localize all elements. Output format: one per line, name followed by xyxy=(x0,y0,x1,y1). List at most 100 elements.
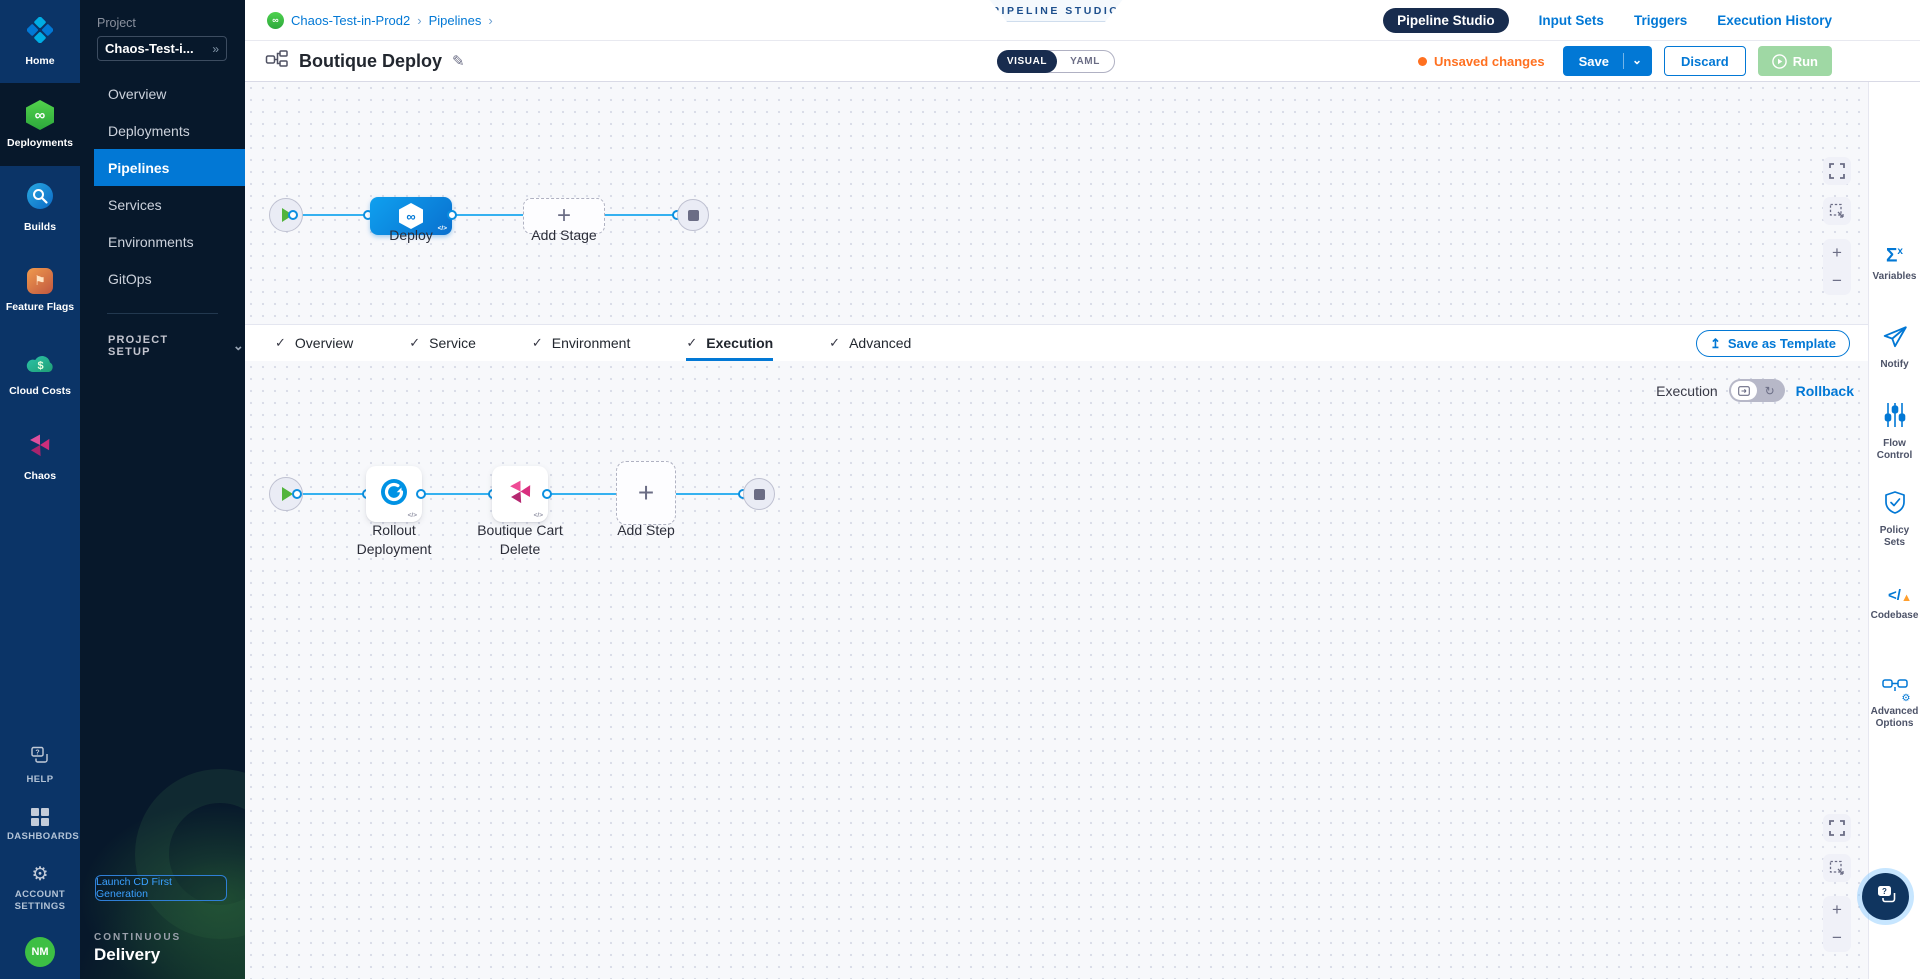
fit-to-view-button[interactable] xyxy=(1823,854,1851,882)
breadcrumb-project[interactable]: Chaos-Test-in-Prod2 xyxy=(291,13,410,28)
app-root: Home ∞ Deployments Builds ⚑ Feature Flag… xyxy=(0,0,1920,979)
breadcrumb-pipelines[interactable]: Pipelines xyxy=(429,13,482,28)
save-caret-icon[interactable]: ⌄ xyxy=(1632,53,1652,69)
launch-cd-first-gen-button[interactable]: Launch CD First Generation xyxy=(95,875,227,901)
toggle-yaml[interactable]: YAML xyxy=(1055,50,1115,73)
project-sidebar: Project Chaos-Test-i... » Overview Deplo… xyxy=(80,0,245,979)
expand-sidebar-icon: » xyxy=(212,42,219,56)
rollback-view-icon[interactable]: ↻ xyxy=(1757,381,1783,400)
tab-overview-label: Overview xyxy=(295,335,353,351)
svg-text:?: ? xyxy=(35,750,39,757)
toolbar-notify-label: Notify xyxy=(1880,359,1908,371)
svg-text:$: $ xyxy=(37,360,43,372)
nav-feature-flags-label: Feature Flags xyxy=(6,301,74,313)
nav-feature-flags[interactable]: ⚑ Feature Flags xyxy=(0,249,80,332)
rollback-link[interactable]: Rollback xyxy=(1796,383,1854,399)
run-play-icon xyxy=(1772,54,1787,69)
chat-icon: ? xyxy=(1875,884,1897,909)
save-button[interactable]: Save ⌄ xyxy=(1563,46,1652,76)
rollout-deployment-icon xyxy=(380,478,408,511)
tab-execution-history[interactable]: Execution History xyxy=(1717,13,1832,28)
toolbar-codebase[interactable]: </ ▲ Codebase xyxy=(1869,587,1920,622)
chevron-down-icon: ⌄ xyxy=(233,338,245,354)
execution-canvas[interactable]: Execution ↻ Rollback xyxy=(245,361,1868,979)
step-rollout-deployment[interactable]: </> xyxy=(366,466,422,522)
nav-home[interactable]: Home xyxy=(0,0,80,83)
zoom-in-button[interactable]: + xyxy=(1823,239,1851,267)
sidebar-item-environments[interactable]: Environments xyxy=(80,223,245,260)
nav-account-settings[interactable]: ⚙ ACCOUNT SETTINGS xyxy=(7,865,73,913)
execution-view-icon[interactable] xyxy=(1731,381,1757,400)
tab-overview[interactable]: ✓ Overview xyxy=(275,325,353,361)
toolbar-advanced-options-label: Advanced Options xyxy=(1871,706,1919,730)
breadcrumb-separator: › xyxy=(417,13,421,28)
tab-service-label: Service xyxy=(429,335,476,351)
deployments-icon: ∞ xyxy=(26,100,54,130)
check-icon: ✓ xyxy=(829,335,840,351)
add-step-node[interactable]: + xyxy=(616,461,676,525)
tab-pipeline-studio[interactable]: Pipeline Studio xyxy=(1383,8,1509,33)
toolbar-flow-control[interactable]: Flow Control xyxy=(1869,402,1920,462)
code-badge: </> xyxy=(438,225,447,232)
tab-execution[interactable]: ✓ Execution xyxy=(686,325,773,361)
nav-chaos[interactable]: Chaos xyxy=(0,415,80,498)
sidebar-item-pipelines[interactable]: Pipelines xyxy=(94,149,245,186)
home-icon xyxy=(27,17,53,48)
zoom-out-button[interactable]: − xyxy=(1823,924,1851,952)
unsaved-dot-icon xyxy=(1418,57,1427,66)
sidebar-item-gitops[interactable]: GitOps xyxy=(80,260,245,297)
step-label: Rollout Deployment xyxy=(357,521,432,559)
project-setup-section[interactable]: PROJECT SETUP ⌄ xyxy=(108,334,245,358)
nav-help[interactable]: ? HELP xyxy=(27,746,54,786)
svg-text:?: ? xyxy=(1882,887,1887,896)
tab-triggers[interactable]: Triggers xyxy=(1634,13,1687,28)
toggle-visual[interactable]: VISUAL xyxy=(997,50,1057,73)
chat-support-button[interactable]: ? xyxy=(1862,873,1909,920)
fullscreen-button[interactable] xyxy=(1823,157,1851,185)
zoom-controls[interactable]: + − xyxy=(1823,896,1851,952)
toolbar-advanced-options[interactable]: ⚙ Advanced Options xyxy=(1869,678,1920,730)
add-step-label: Add Step xyxy=(617,521,675,540)
pipeline-end-node[interactable] xyxy=(677,199,709,231)
run-button[interactable]: Run xyxy=(1758,46,1832,76)
tab-input-sets[interactable]: Input Sets xyxy=(1539,13,1604,28)
tab-environment-label: Environment xyxy=(552,335,631,351)
edit-title-icon[interactable]: ✎ xyxy=(452,52,465,70)
nav-deployments-label: Deployments xyxy=(7,137,73,149)
nav-builds[interactable]: Builds xyxy=(0,166,80,249)
sidebar-item-overview[interactable]: Overview xyxy=(80,75,245,112)
sidebar-item-deployments[interactable]: Deployments xyxy=(80,112,245,149)
nav-deployments[interactable]: ∞ Deployments xyxy=(0,83,80,166)
fit-to-view-button[interactable] xyxy=(1823,197,1851,225)
notify-icon xyxy=(1882,325,1908,354)
plus-icon: + xyxy=(638,481,654,505)
zoom-controls[interactable]: + − xyxy=(1823,239,1851,295)
content-column: ∞ </> Deploy + Add Stage xyxy=(245,82,1868,979)
stage-canvas[interactable]: ∞ </> Deploy + Add Stage xyxy=(245,82,1868,324)
execution-rollback-toggle[interactable]: ↻ xyxy=(1729,379,1785,402)
visual-yaml-toggle[interactable]: VISUAL YAML xyxy=(997,50,1115,73)
toolbar-notify[interactable]: Notify xyxy=(1869,325,1920,371)
connector-dot xyxy=(288,210,298,220)
execution-end-node[interactable] xyxy=(743,478,775,510)
tab-advanced[interactable]: ✓ Advanced xyxy=(829,325,911,361)
title-bar: Boutique Deploy ✎ VISUAL YAML Unsaved ch… xyxy=(245,41,1920,82)
tab-service[interactable]: ✓ Service xyxy=(409,325,476,361)
sidebar-item-services[interactable]: Services xyxy=(80,186,245,223)
connector-dot xyxy=(416,489,426,499)
toolbar-variables[interactable]: Σx Variables xyxy=(1869,242,1920,283)
zoom-out-button[interactable]: − xyxy=(1823,267,1851,295)
zoom-in-button[interactable]: + xyxy=(1823,896,1851,924)
nav-dashboards[interactable]: DASHBOARDS xyxy=(7,808,73,843)
execution-mode-label: Execution xyxy=(1656,383,1717,399)
step-boutique-cart-delete[interactable]: </> xyxy=(492,466,548,522)
footer-title: Delivery xyxy=(94,945,181,965)
user-avatar[interactable]: NM xyxy=(25,937,55,967)
project-selector[interactable]: Chaos-Test-i... » xyxy=(97,36,227,61)
discard-button[interactable]: Discard xyxy=(1664,46,1746,76)
nav-cloud-costs[interactable]: $ Cloud Costs xyxy=(0,332,80,415)
fullscreen-button[interactable] xyxy=(1823,814,1851,842)
save-as-template-button[interactable]: ↥ Save as Template xyxy=(1696,330,1850,357)
toolbar-policy-sets[interactable]: Policy Sets xyxy=(1869,490,1920,549)
tab-environment[interactable]: ✓ Environment xyxy=(532,325,631,361)
